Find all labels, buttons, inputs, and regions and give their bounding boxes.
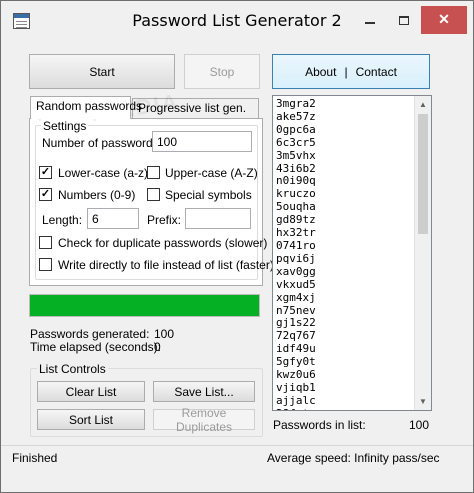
password-list[interactable]: 3mgra2 ake57z 0gpc6a 6c3cr5 3m5vhx 43i6b2 n0i9… [272, 95, 432, 411]
start-button[interactable]: Start [29, 54, 175, 89]
contact-label: Contact [355, 64, 397, 79]
lowercase-checkbox[interactable]: ✓ [39, 166, 52, 179]
scroll-thumb[interactable] [418, 114, 428, 234]
length-input[interactable] [87, 208, 139, 229]
num-passwords-label: Number of passwords: [42, 136, 163, 150]
password-list-items: 3mgra2 ake57z 0gpc6a 6c3cr5 3m5vhx 43i6b2 n0i9… [276, 97, 316, 410]
remove-duplicates-button[interactable]: Remove Duplicates [153, 406, 255, 434]
write-file-checkbox[interactable] [39, 258, 52, 271]
passwords-in-list-value: 100 [409, 418, 430, 432]
list-item[interactable]: 6c3cr5 [276, 136, 316, 150]
sort-list-button[interactable]: Sort List [37, 409, 145, 430]
lowercase-label: Lower-case (a-z) [58, 166, 149, 180]
write-file-label: Write directly to file instead of list (… [58, 258, 274, 272]
about-label: About [305, 64, 337, 79]
list-item[interactable]: vjiqb1 [276, 381, 316, 395]
numbers-checkbox[interactable]: ✓ [39, 188, 52, 201]
list-item[interactable]: pqvi6j [276, 252, 316, 266]
progress-bar [29, 294, 260, 317]
scroll-up-icon[interactable]: ▲ [415, 96, 431, 113]
list-item[interactable]: ajjalc [276, 394, 316, 408]
about-contact-button[interactable]: About | Contact [272, 54, 430, 89]
status-text: Finished [12, 451, 58, 465]
maximize-icon [399, 15, 409, 25]
list-item[interactable]: 28fqtn [276, 407, 316, 410]
list-item[interactable]: ake57z [276, 110, 316, 124]
save-list-button[interactable]: Save List... [153, 381, 255, 402]
scroll-down-icon[interactable]: ▼ [415, 393, 431, 410]
generated-value: 100 [154, 327, 175, 341]
list-controls-label: List Controls [37, 362, 108, 376]
list-item[interactable]: 0741ro [276, 239, 316, 253]
special-label: Special symbols [165, 188, 252, 202]
list-item[interactable]: vkxud5 [276, 278, 316, 292]
elapsed-value: 0 [154, 340, 161, 354]
close-button[interactable]: ✕ [421, 6, 467, 34]
elapsed-label: Time elapsed (seconds): [30, 340, 161, 354]
special-checkbox[interactable] [147, 188, 160, 201]
app-window: Password List Generator 2 ✕ Start Stop A… [0, 0, 474, 493]
num-passwords-input[interactable] [152, 131, 252, 152]
prefix-label: Prefix: [147, 213, 182, 227]
maximize-button[interactable] [387, 6, 421, 34]
duplicates-checkbox[interactable] [39, 236, 52, 249]
uppercase-label: Upper-case (A-Z) [165, 166, 258, 180]
clear-list-button[interactable]: Clear List [37, 381, 145, 402]
list-item[interactable]: 0gpc6a [276, 123, 316, 137]
list-scrollbar[interactable]: ▲ ▼ [414, 96, 431, 410]
minimize-icon [365, 22, 375, 25]
progress-fill [30, 295, 259, 316]
list-item[interactable]: xav0gg [276, 265, 316, 279]
uppercase-checkbox[interactable] [147, 166, 160, 179]
generated-label: Passwords generated: [30, 327, 150, 341]
list-item[interactable]: xgm4xj [276, 291, 316, 305]
settings-group-label: Settings [41, 119, 89, 133]
minimize-button[interactable] [353, 6, 387, 34]
passwords-in-list-label: Passwords in list: [273, 418, 366, 432]
duplicates-label: Check for duplicate passwords (slower) [58, 236, 268, 250]
about-contact-separator: | [344, 64, 348, 79]
list-item[interactable]: 3mgra2 [276, 97, 316, 111]
list-item[interactable]: kwz0u6 [276, 368, 316, 382]
title-bar[interactable]: Password List Generator 2 ✕ [1, 1, 473, 41]
status-bar: Finished Average speed: Infinity pass/se… [1, 445, 473, 469]
numbers-label: Numbers (0-9) [58, 188, 136, 202]
tab-random-passwords[interactable]: Random passwords [30, 96, 142, 119]
prefix-input[interactable] [185, 208, 251, 229]
list-item[interactable]: 3m5vhx [276, 149, 316, 163]
length-label: Length: [42, 213, 83, 227]
stop-button[interactable]: Stop [184, 54, 260, 89]
close-icon: ✕ [438, 11, 450, 27]
average-speed-text: Average speed: Infinity pass/sec [267, 451, 440, 465]
